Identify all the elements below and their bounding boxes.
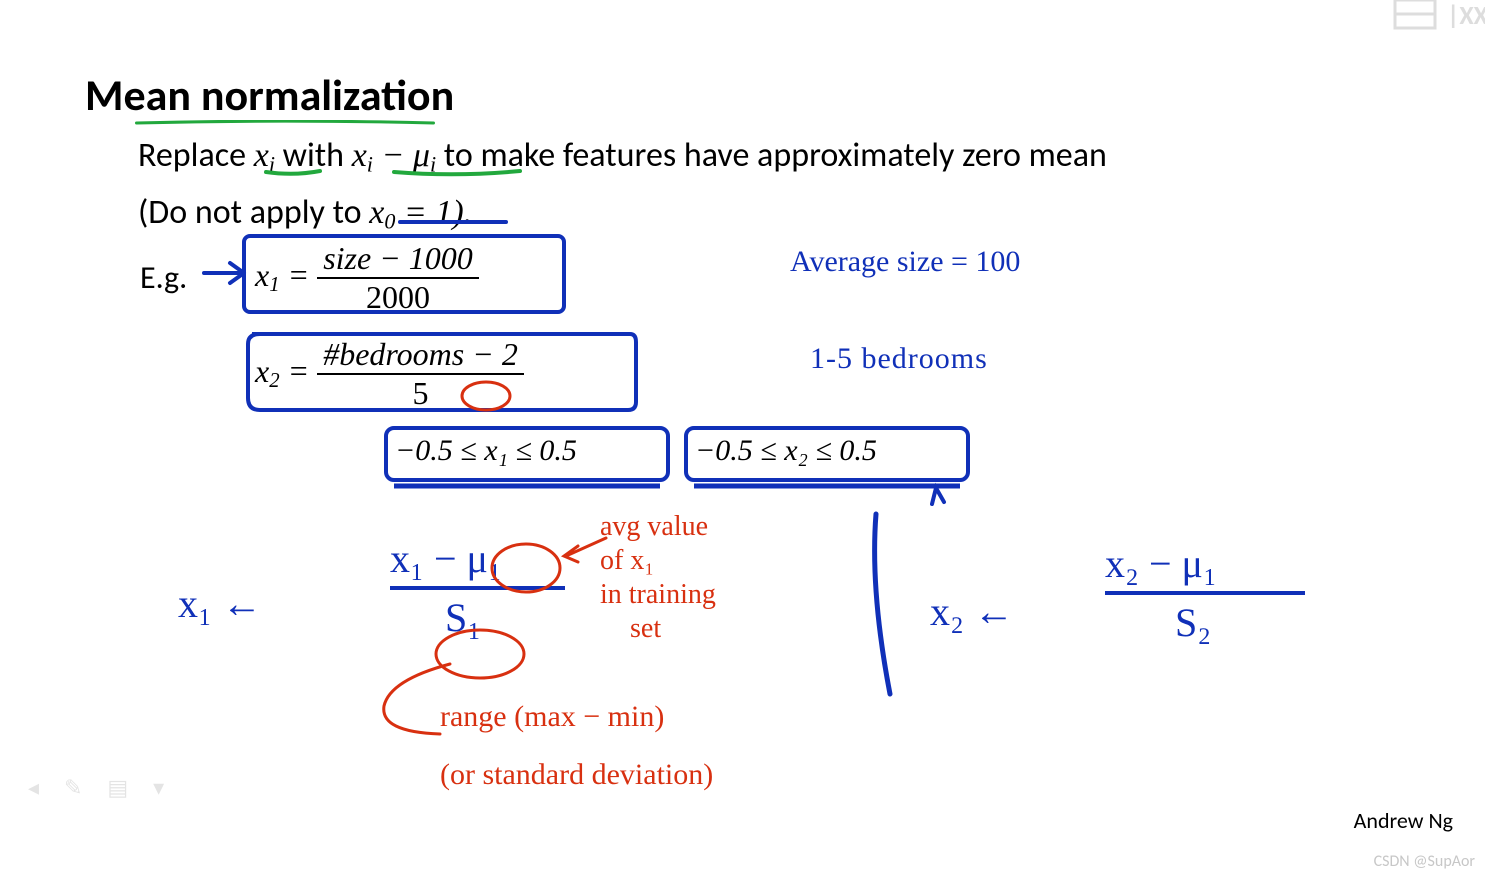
eq1-eq: = <box>280 257 318 293</box>
t1: Replace <box>138 135 254 176</box>
x0-eq: = 1). <box>395 194 472 231</box>
formula2-bar <box>1105 591 1305 595</box>
red-stddev: (or standard deviation) <box>440 758 713 792</box>
xi2-x: x <box>352 137 367 174</box>
slide: |XX| Mean normalization Replace xi with … <box>0 0 1487 879</box>
t3: to make features have approximately zero… <box>436 135 1107 176</box>
author-credit: Andrew Ng <box>1354 807 1453 834</box>
x0-0: 0 <box>384 208 395 233</box>
body-text: Replace xi with xi − μi to make features… <box>138 132 1107 245</box>
bottom-left-toolbar[interactable]: ◂ ✎ ▤ ▾ <box>28 774 174 801</box>
eq2-x: x <box>255 353 269 389</box>
t2: with <box>275 135 352 176</box>
equation-x2: x2 = #bedrooms − 25 <box>255 336 524 412</box>
formula2-lhs: x₂ ← <box>930 588 1014 635</box>
minus: − <box>373 137 413 174</box>
formula1-num: x₁ − μ₁ <box>390 536 502 581</box>
eq1-x: x <box>255 257 269 293</box>
avg-l1: avg value <box>600 511 708 542</box>
eq1-num: size − 1000 <box>317 240 479 279</box>
avg-l2: of x₁ <box>600 545 654 576</box>
x0-x: x <box>369 194 384 231</box>
eq2-den: 5 <box>317 375 524 412</box>
avg-l4: set <box>600 613 661 644</box>
avg-l3: in training <box>600 579 716 610</box>
arrow-to-eq1 <box>200 255 250 295</box>
mu: μ <box>413 137 430 174</box>
blue-divider <box>860 510 900 700</box>
eq1-den: 2000 <box>317 279 479 316</box>
eq2-num: #bedrooms − 2 <box>317 336 524 375</box>
eq1-sub: 1 <box>269 273 279 296</box>
bound-x1: −0.5 ≤ x₁ ≤ 0.5 <box>395 434 577 468</box>
formula2-num: x₂ − μ₁ <box>1105 541 1217 586</box>
equation-x1: x1 = size − 10002000 <box>255 240 479 316</box>
red-avg-note: avg value of x₁ in training set <box>600 510 716 646</box>
formula1-lhs: x₁ ← <box>178 580 262 627</box>
formula1-den: S₁ <box>390 595 481 640</box>
slide-title: Mean normalization <box>85 68 454 122</box>
watermark: CSDN @SupAor <box>1374 852 1475 871</box>
formula1-bar <box>390 586 565 590</box>
t4: (Do not apply to <box>138 192 369 233</box>
xi-x: x <box>254 137 269 174</box>
svg-text:|XX|: |XX| <box>1447 0 1485 31</box>
bound-x2: −0.5 ≤ x₂ ≤ 0.5 <box>695 434 877 468</box>
red-range: range (max − min) <box>440 700 664 734</box>
eq2-eq: = <box>280 353 318 389</box>
eq2-sub: 2 <box>269 369 279 392</box>
note-average-size: Average size = 100 <box>790 245 1020 279</box>
eg-label: E.g. <box>140 258 187 297</box>
formula2-rhs: x₂ − μ₁ S₂ <box>1105 540 1305 646</box>
formula1-rhs: x₁ − μ₁ S₁ <box>390 535 565 641</box>
note-bedrooms: 1-5 bedrooms <box>810 342 988 376</box>
top-right-icons: |XX| <box>1385 0 1485 39</box>
formula2-den: S₂ <box>1105 600 1211 645</box>
